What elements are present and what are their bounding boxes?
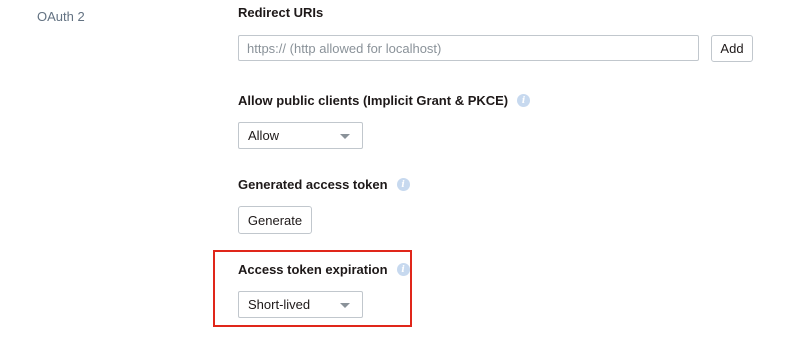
token-expiration-select[interactable]: Short-lived	[238, 291, 363, 318]
generate-token-button[interactable]: Generate	[238, 206, 312, 234]
public-clients-title: Allow public clients (Implicit Grant & P…	[238, 93, 531, 108]
access-token-label: Generated access token	[238, 177, 388, 192]
add-redirect-uri-button[interactable]: Add	[711, 35, 753, 62]
redirect-uris-title: Redirect URIs	[238, 5, 323, 20]
token-expiration-label: Access token expiration	[238, 262, 388, 277]
chevron-down-icon	[340, 134, 350, 139]
info-icon[interactable]: i	[396, 178, 410, 191]
section-label: OAuth 2	[37, 9, 85, 24]
token-expiration-title: Access token expiration i	[238, 262, 410, 277]
redirect-uris-label: Redirect URIs	[238, 5, 324, 20]
token-expiration-selected-value: Short-lived	[248, 297, 311, 312]
redirect-uri-input[interactable]	[238, 35, 699, 61]
chevron-down-icon	[340, 303, 350, 308]
info-icon[interactable]: i	[396, 263, 410, 276]
public-clients-label: Allow public clients (Implicit Grant & P…	[238, 93, 509, 108]
public-clients-select[interactable]: Allow	[238, 122, 363, 149]
info-icon[interactable]: i	[517, 94, 531, 107]
oauth2-settings-panel: OAuth 2 Redirect URIs Add Allow public c…	[0, 0, 799, 337]
access-token-title: Generated access token i	[238, 177, 410, 192]
public-clients-selected-value: Allow	[248, 128, 280, 143]
